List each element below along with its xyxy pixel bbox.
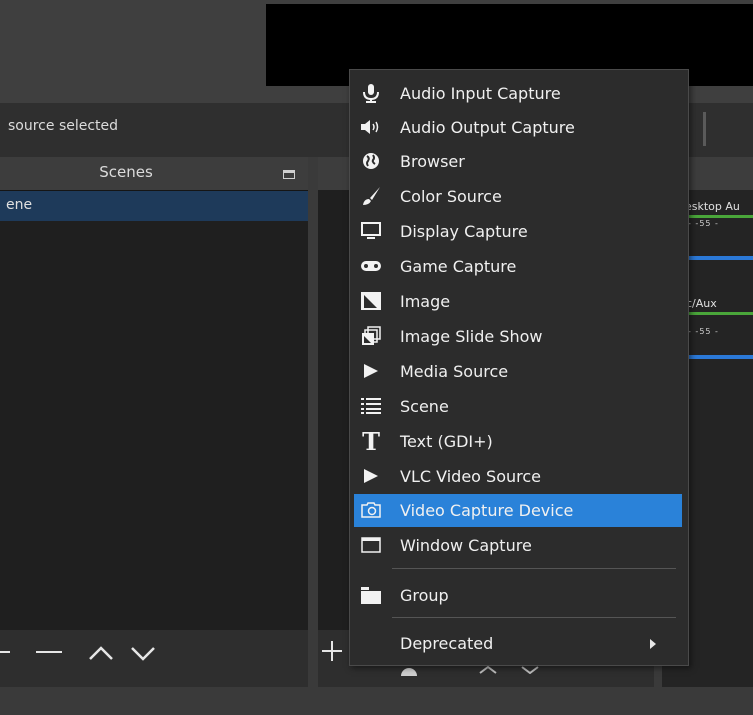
menu-item-group[interactable]: Group [354,579,682,612]
menu-item-label: Audio Input Capture [400,84,561,103]
menu-item-label: VLC Video Source [400,467,541,486]
mixer-channel-label: c/Aux [686,297,717,310]
menu-item-browser[interactable]: Browser [354,145,682,178]
slideshow-icon [360,325,382,347]
menu-item-display-capture[interactable]: Display Capture [354,215,682,248]
menu-item-label: Video Capture Device [400,501,574,520]
menu-item-window-capture[interactable]: Window Capture [354,529,682,562]
play-icon [360,465,382,487]
menu-separator [392,617,676,618]
mixer-volume-slider[interactable] [688,355,753,359]
mixer-meter-ticks: - -55 - [688,327,719,336]
menu-item-label: Group [400,586,449,605]
remove-scene-icon[interactable] [36,651,62,653]
menu-separator [392,568,676,569]
menu-item-text-gdi[interactable]: T Text (GDI+) [354,425,682,458]
no-source-selected-label: source selected [8,118,119,134]
source-properties-gear-icon[interactable] [398,666,420,676]
menu-item-image[interactable]: Image [354,285,682,318]
float-dock-icon[interactable] [283,170,295,179]
menu-item-label: Image Slide Show [400,327,543,346]
scenes-list[interactable] [0,190,308,631]
menu-item-label: Audio Output Capture [400,118,575,137]
status-bar [0,687,753,715]
mixer-meter-ticks: - -55 - [688,219,719,228]
window-icon [360,534,382,556]
add-source-menu: Audio Input Capture Audio Output Capture… [349,69,689,666]
folder-icon [360,584,382,606]
paintbrush-icon [360,185,382,207]
image-icon [360,290,382,312]
play-icon [360,360,382,382]
menu-item-video-capture-device[interactable]: Video Capture Device [354,494,682,527]
menu-item-media-source[interactable]: Media Source [354,355,682,388]
scenes-dock-title: Scenes [99,163,153,181]
menu-item-deprecated[interactable]: Deprecated [354,627,682,660]
menu-item-game-capture[interactable]: Game Capture [354,250,682,283]
mixer-volume-meter [688,312,753,315]
menu-item-label: Color Source [400,187,502,206]
text-icon: T [362,426,380,456]
add-scene-icon[interactable] [0,651,10,653]
menu-item-vlc-video-source[interactable]: VLC Video Source [354,460,682,493]
globe-icon [360,150,382,172]
menu-item-label: Browser [400,152,465,171]
move-scene-down-icon[interactable] [130,645,156,661]
menu-item-label: Window Capture [400,536,532,555]
menu-item-label: Media Source [400,362,509,381]
add-source-icon[interactable] [322,639,342,663]
gamepad-icon [360,255,382,277]
toolbar-separator [703,112,706,146]
menu-item-label: Deprecated [400,634,494,653]
menu-item-label: Text (GDI+) [400,432,493,451]
menu-item-scene[interactable]: Scene [354,390,682,423]
mixer-volume-slider[interactable] [688,256,753,260]
menu-item-audio-output-capture[interactable]: Audio Output Capture [354,111,682,144]
menu-item-label: Display Capture [400,222,528,241]
menu-item-label: Game Capture [400,257,517,276]
microphone-icon [360,82,382,104]
mixer-channel-label: esktop Au [685,200,740,213]
move-scene-up-icon[interactable] [88,645,114,661]
menu-item-color-source[interactable]: Color Source [354,180,682,213]
monitor-icon [360,220,382,242]
menu-item-audio-input-capture[interactable]: Audio Input Capture [354,77,682,110]
list-icon [360,395,382,417]
menu-item-label: Image [400,292,451,311]
camera-icon [360,499,382,521]
scene-list-item[interactable] [0,191,308,221]
menu-item-image-slide-show[interactable]: Image Slide Show [354,320,682,353]
speaker-icon [360,116,382,138]
scene-list-item-label: ene [6,197,33,213]
mixer-volume-meter [688,215,753,218]
submenu-arrow-icon [650,639,656,649]
menu-item-label: Scene [400,397,449,416]
